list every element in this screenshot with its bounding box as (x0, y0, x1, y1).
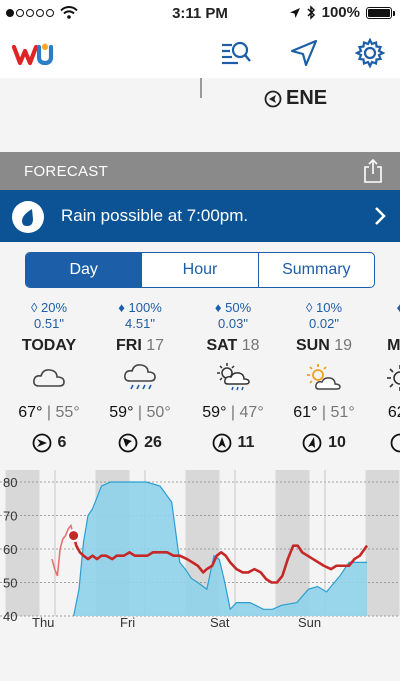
precip-chance: ◊ 20% (30, 300, 68, 315)
wind-speed: 26 (144, 434, 162, 451)
wu-logo[interactable] (12, 41, 56, 67)
night-band (365, 470, 400, 616)
current-temp-marker (67, 529, 81, 543)
day-date: 18 (241, 337, 260, 354)
wind-arrow-east-icon (32, 433, 51, 453)
x-tick-label: Sat (210, 615, 230, 630)
forecast-chart[interactable]: 8070605040ThuFriSatSunM (0, 470, 400, 633)
location-icon[interactable] (288, 37, 320, 69)
day-column-fri[interactable]: ♦ 100% 4.51" FRI 17 59° | 50° 26 (92, 300, 188, 456)
low-temp: 47° (239, 404, 264, 421)
wind-speed: 6 (57, 434, 67, 451)
x-tick-label: Thu (32, 615, 54, 630)
high-temp: 59° (202, 404, 227, 421)
daily-wind (352, 430, 400, 456)
daily-wind: 11 (185, 430, 281, 456)
day-name: SAT (206, 337, 238, 354)
drop-outline-icon: ◊ (30, 300, 38, 315)
wind-direction-icon (264, 90, 282, 107)
y-tick-label: 80 (3, 475, 17, 490)
day-name: SUN (295, 337, 330, 354)
day-date: 19 (334, 337, 353, 354)
day-column-today[interactable]: ◊ 20% 0.51" TODAY 67° | 55° 6 (1, 300, 97, 456)
divider (200, 78, 202, 98)
chevron-right-icon (375, 207, 386, 225)
app-bar (0, 28, 400, 78)
y-tick-label: 50 (3, 576, 17, 591)
wind-arrow-northwest-icon (118, 433, 138, 453)
y-tick-label: 40 (3, 609, 17, 624)
precip-chance: ♦ 100% (118, 300, 162, 315)
precip-amount: 0.03" (218, 316, 248, 331)
forecast-header: FORECAST (0, 152, 400, 190)
forecast-title: FORECAST (24, 163, 109, 180)
wind-arrow-north-icon (212, 433, 231, 453)
day-date: 17 (146, 337, 165, 354)
tab-day[interactable]: Day (26, 253, 143, 287)
y-tick-label: 70 (3, 509, 17, 524)
high-temp: 67° (18, 404, 43, 421)
current-wind-direction: ENE (264, 87, 327, 110)
partly-sunny-rain-icon (185, 358, 281, 398)
high-temp: 59° (109, 404, 134, 421)
drop-filled-icon: ♦ (118, 300, 125, 315)
rain-cloud-icon (92, 358, 188, 398)
search-list-icon[interactable] (220, 37, 252, 69)
day-name: FRI (115, 337, 142, 354)
precip-amount: 4.51" (125, 316, 155, 331)
daily-wind: 6 (1, 430, 97, 456)
tab-hour[interactable]: Hour (142, 253, 259, 287)
daily-forecast-list: ◊ 20% 0.51" TODAY 67° | 55° 6 ♦ 100% 4.5… (0, 300, 400, 460)
day-column-mon[interactable]: ♦ MO 62° (352, 300, 400, 456)
wind-arrow-icon (390, 433, 400, 453)
high-temp: 61° (293, 404, 318, 421)
day-name: MO (387, 337, 400, 354)
raindrop-icon (22, 209, 33, 226)
share-icon[interactable] (363, 158, 383, 184)
daily-wind: 26 (92, 430, 188, 456)
x-tick-label: Sun (298, 615, 321, 630)
y-tick-label: 60 (3, 542, 17, 557)
sun-icon (352, 358, 400, 398)
raindrop-badge (12, 201, 44, 233)
wind-arrow-northeast-icon (302, 433, 322, 453)
precip-chance: ♦ 50% (214, 300, 252, 315)
forecast-view-tabs: Day Hour Summary (25, 252, 375, 288)
wind-speed: 11 (237, 434, 255, 451)
battery-percent: 100% (321, 4, 360, 21)
status-bar: 3:11 PM 100% (0, 0, 400, 28)
page-bottom (0, 633, 400, 681)
precip-amount (352, 316, 400, 332)
day-column-sat[interactable]: ♦ 50% 0.03" SAT 18 59° | 47° 11 (185, 300, 281, 456)
low-temp: 50° (146, 404, 171, 421)
cloud-icon (1, 358, 97, 398)
low-temp: 55° (55, 404, 80, 421)
precip-chance: ♦ (352, 300, 400, 316)
day-name: TODAY (21, 337, 77, 354)
wind-speed: 10 (328, 434, 346, 451)
x-tick-label: Fri (120, 615, 135, 630)
drop-filled-icon: ♦ (214, 300, 222, 315)
tab-summary[interactable]: Summary (259, 253, 374, 287)
current-conditions-strip: ENE (0, 78, 400, 152)
rain-alert-text: Rain possible at 7:00pm. (61, 206, 249, 225)
precip-amount: 0.51" (34, 316, 64, 331)
location-arrow-icon (289, 7, 300, 18)
battery-icon (366, 6, 395, 19)
high-temp: 62° (387, 404, 400, 421)
wind-direction-label: ENE (286, 87, 328, 109)
bluetooth-icon (307, 5, 315, 20)
drop-outline-icon: ◊ (305, 300, 313, 315)
rain-alert-banner[interactable]: Rain possible at 7:00pm. (0, 190, 400, 242)
settings-gear-icon[interactable] (354, 37, 386, 69)
